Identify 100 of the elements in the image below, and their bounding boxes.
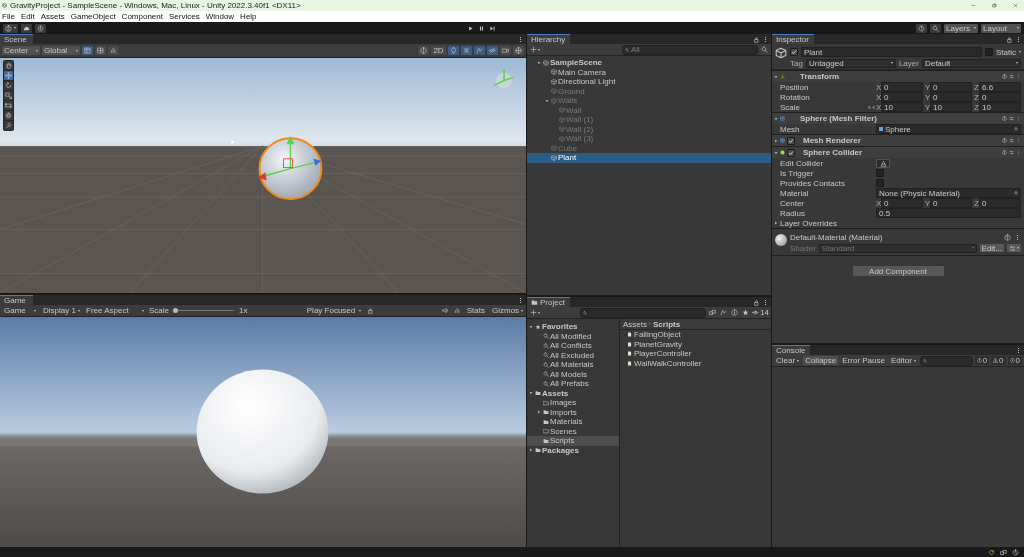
search-field[interactable]: All — [622, 44, 758, 55]
number-field[interactable]: 10 — [979, 102, 1021, 112]
tool-button[interactable] — [4, 121, 13, 130]
tool-button[interactable] — [4, 91, 13, 100]
snap-button[interactable] — [82, 46, 93, 55]
script-asset[interactable]: FallingObject — [620, 330, 771, 340]
folder-item[interactable]: Materials — [527, 417, 619, 427]
folder-item[interactable]: All Excluded — [527, 350, 619, 360]
cloud-button[interactable] — [21, 23, 32, 33]
tool-button[interactable] — [4, 81, 13, 90]
name-field[interactable]: Plant — [801, 47, 982, 57]
search-field[interactable] — [580, 307, 707, 318]
object-field[interactable]: Sphere — [876, 124, 1021, 134]
edit-button[interactable]: Edit... — [979, 244, 1004, 252]
menu-item[interactable]: Assets — [40, 12, 65, 21]
history-button[interactable] — [916, 23, 927, 33]
pivot-dropdown[interactable]: Center — [2, 46, 40, 55]
toggle-button[interactable] — [448, 46, 459, 55]
space-dropdown[interactable]: Global — [42, 46, 80, 55]
folder-item[interactable]: All Prefabs — [527, 379, 619, 389]
folder-item[interactable]: All Materials — [527, 360, 619, 370]
add-component-button[interactable]: Add Component — [852, 266, 944, 276]
hierarchy-item[interactable]: Main Camera — [527, 67, 771, 77]
message-count[interactable]: 0 — [974, 356, 990, 365]
toggle-button[interactable] — [500, 46, 511, 55]
component-header[interactable]: Mesh Renderer — [772, 134, 1024, 146]
toggle-button[interactable] — [487, 46, 498, 55]
view-dropdown[interactable]: Game — [2, 306, 38, 315]
mute-button[interactable] — [440, 306, 450, 315]
message-count[interactable]: 0 — [1007, 356, 1022, 365]
2d-toggle[interactable]: 2D — [431, 46, 446, 55]
account-button[interactable] — [3, 23, 18, 33]
menu-item[interactable]: Services — [168, 12, 200, 21]
aspect-dropdown[interactable]: Free Aspect — [84, 306, 146, 315]
folder-item[interactable]: Scenes — [527, 426, 619, 436]
menu-item[interactable]: Help — [240, 12, 257, 21]
editor-dropdown[interactable]: Editor — [888, 356, 918, 365]
info-button[interactable] — [730, 308, 740, 317]
message-count[interactable]: 0 — [991, 356, 1006, 365]
play-mode-dropdown[interactable]: Play Focused — [304, 306, 363, 315]
folder-item[interactable]: Assets — [527, 388, 619, 398]
number-field[interactable]: 6.6 — [979, 82, 1021, 92]
script-asset[interactable]: PlanetGravity — [620, 339, 771, 349]
toggle-button[interactable] — [418, 46, 429, 55]
search-field[interactable] — [919, 355, 973, 366]
checkbox[interactable] — [790, 48, 798, 56]
menu-item[interactable]: GameObject — [70, 12, 116, 21]
checkbox[interactable] — [876, 169, 884, 177]
menu-item[interactable]: Edit — [20, 12, 35, 21]
tag-dropdown[interactable]: Untagged — [805, 58, 896, 68]
component-header[interactable]: Sphere Collider — [772, 146, 1024, 158]
folder-item[interactable]: All Modified — [527, 331, 619, 341]
grid-button[interactable] — [95, 46, 106, 55]
number-field[interactable]: 0 — [930, 82, 972, 92]
folder-item[interactable]: Imports — [527, 407, 619, 417]
collab-button[interactable] — [35, 23, 46, 33]
list-button[interactable] — [1007, 244, 1021, 252]
filter-button[interactable] — [708, 308, 718, 317]
object-field[interactable]: None (Physic Material) — [876, 188, 1021, 198]
number-field[interactable]: 0 — [979, 198, 1021, 208]
checkbox[interactable] — [787, 148, 795, 157]
menu-item[interactable]: Window — [205, 12, 235, 21]
folder-item[interactable]: Scripts — [527, 436, 619, 446]
edit-collider-button[interactable] — [876, 158, 890, 168]
number-field[interactable]: 0 — [930, 198, 972, 208]
foldout-label[interactable]: Layer Overrides — [780, 218, 837, 228]
number-field[interactable]: 0 — [979, 92, 1021, 102]
folder-item[interactable]: All Conflicts — [527, 341, 619, 351]
tool-button[interactable] — [4, 71, 13, 80]
layer-dropdown[interactable]: Default — [921, 58, 1021, 68]
number-field[interactable]: 10 — [930, 102, 972, 112]
tool-button[interactable] — [4, 101, 13, 110]
shortcut-button[interactable] — [452, 306, 462, 315]
checkbox[interactable] — [787, 136, 795, 145]
step-button[interactable] — [487, 24, 497, 32]
link-icon[interactable] — [868, 103, 875, 111]
stats-button[interactable]: Stats — [464, 306, 487, 315]
folder-item[interactable]: Favorites — [527, 322, 619, 332]
search-button[interactable] — [930, 23, 941, 33]
number-field[interactable]: 0.5 — [876, 208, 1021, 218]
menu-item[interactable]: File — [2, 12, 15, 21]
checkbox[interactable] — [876, 179, 884, 187]
folder-item[interactable]: Images — [527, 398, 619, 408]
hierarchy-item[interactable]: Plant — [527, 153, 771, 163]
toggle-button[interactable]: Error Pause — [840, 356, 887, 365]
gizmos-dropdown[interactable]: Gizmos — [490, 306, 524, 315]
filter-button[interactable] — [760, 45, 769, 54]
slider-thumb[interactable] — [173, 308, 178, 313]
tool-button[interactable] — [4, 111, 13, 120]
hierarchy-item[interactable]: Directional Light — [527, 77, 771, 87]
disclosure-arrow[interactable] — [774, 221, 778, 225]
folder-item[interactable]: All Models — [527, 369, 619, 379]
component-header[interactable]: Sphere (Mesh Filter) — [772, 112, 1024, 124]
display-dropdown[interactable]: Display 1 — [41, 306, 81, 315]
folder-item[interactable]: Packages — [527, 445, 619, 455]
hierarchy-item[interactable]: SampleScene — [527, 58, 771, 68]
number-field[interactable]: 0 — [881, 82, 923, 92]
number-field[interactable]: 0 — [881, 92, 923, 102]
breadcrumb-item[interactable]: Assets — [623, 319, 647, 329]
clear-button[interactable]: Clear — [774, 356, 802, 365]
